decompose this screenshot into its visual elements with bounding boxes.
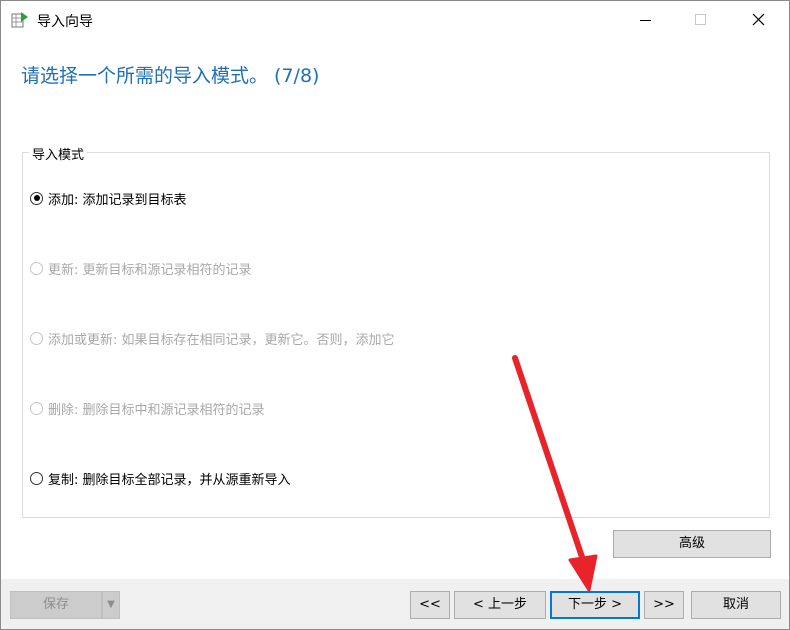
maximize-icon bbox=[695, 14, 706, 25]
first-step-button[interactable]: << bbox=[410, 591, 450, 619]
radio-button[interactable] bbox=[30, 471, 43, 485]
radio-option-delete[interactable]: 删除: 删除目标中和源记录相符的记录 bbox=[30, 398, 265, 418]
radio-option-append-or-update[interactable]: 添加或更新: 如果目标存在相同记录，更新它。否则，添加它 bbox=[30, 328, 395, 348]
chevron-down-icon: ▼ bbox=[107, 599, 115, 610]
close-button[interactable] bbox=[735, 1, 781, 39]
radio-label: 更新: 更新目标和源记录相符的记录 bbox=[48, 262, 252, 278]
radio-label: 添加或更新: 如果目标存在相同记录，更新它。否则，添加它 bbox=[48, 332, 395, 348]
radio-button[interactable] bbox=[30, 191, 43, 205]
title-bar: 导入向导 bbox=[1, 1, 789, 39]
advanced-button[interactable]: 高级 bbox=[613, 530, 771, 558]
radio-button[interactable] bbox=[30, 331, 43, 345]
maximize-button[interactable] bbox=[677, 1, 723, 39]
radio-label: 添加: 添加记录到目标表 bbox=[48, 192, 187, 208]
import-wizard-icon bbox=[11, 12, 28, 28]
radio-button[interactable] bbox=[30, 401, 43, 415]
radio-option-copy[interactable]: 复制: 删除目标全部记录，并从源重新导入 bbox=[30, 468, 291, 488]
radio-button[interactable] bbox=[30, 261, 43, 275]
import-wizard-window: 导入向导 请选择一个所需的导入模式。 (7/8) 导入模式 添加: 添加记录到目… bbox=[0, 0, 790, 630]
radio-option-update[interactable]: 更新: 更新目标和源记录相符的记录 bbox=[30, 258, 252, 278]
minimize-icon bbox=[640, 20, 651, 21]
next-step-button[interactable]: 下一步 > bbox=[550, 591, 640, 619]
previous-step-button[interactable]: < 上一步 bbox=[454, 591, 546, 619]
radio-label: 复制: 删除目标全部记录，并从源重新导入 bbox=[48, 472, 291, 488]
minimize-button[interactable] bbox=[623, 1, 669, 39]
cancel-button[interactable]: 取消 bbox=[691, 591, 781, 619]
close-icon bbox=[752, 13, 765, 26]
save-button[interactable]: 保存 bbox=[10, 591, 102, 619]
import-mode-legend: 导入模式 bbox=[29, 144, 88, 163]
radio-option-append[interactable]: 添加: 添加记录到目标表 bbox=[30, 188, 187, 208]
page-heading: 请选择一个所需的导入模式。 (7/8) bbox=[21, 65, 320, 87]
last-step-button[interactable]: >> bbox=[644, 591, 684, 619]
save-dropdown-button[interactable]: ▼ bbox=[102, 591, 120, 619]
window-title: 导入向导 bbox=[37, 14, 93, 30]
radio-label: 删除: 删除目标中和源记录相符的记录 bbox=[48, 402, 265, 418]
